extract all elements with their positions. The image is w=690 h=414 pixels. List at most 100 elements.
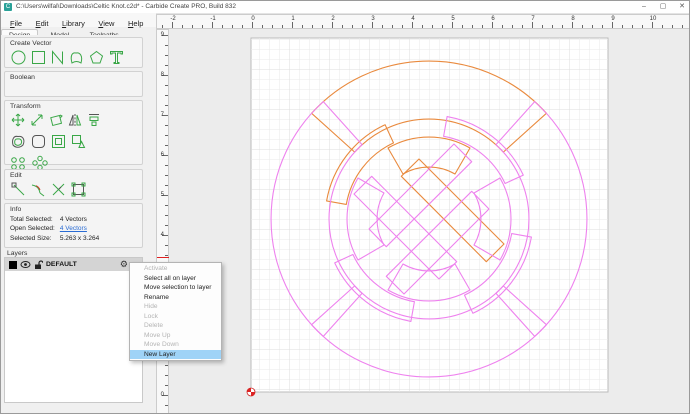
h-ruler-label: 7 [528,16,538,22]
ruler-tick-major [212,22,213,28]
layer-unlocked-icon[interactable] [34,260,43,270]
canvas-area[interactable] [169,29,690,414]
linear-array-tool-icon[interactable] [10,156,28,170]
ruler-tick-minor [562,25,563,28]
maximize-button[interactable]: ▢ [654,1,672,13]
node-edit-tool-icon[interactable] [10,181,27,198]
v-ruler-label: 8 [158,72,164,78]
ruler-tick-minor [592,25,593,28]
ruler-tick-minor [302,25,303,28]
carbide-create-window: C C:\Users\wilfal\Downloads\Celtic Knot.… [0,0,690,414]
mirror-tool-icon[interactable] [67,112,83,128]
ruler-tick-minor [165,215,168,216]
resize-selection-tool-icon[interactable] [70,181,87,198]
ruler-tick-minor [202,25,203,28]
move-tool-icon[interactable] [10,112,26,128]
menu-item-new-layer[interactable]: New Layer [130,350,221,360]
text-tool-icon[interactable] [108,49,125,66]
v-ruler-label: 0 [158,392,164,398]
ruler-tick-minor [165,145,168,146]
ruler-tick-major [452,22,453,28]
layer-color-swatch[interactable] [9,261,17,269]
menu-item-move-down: Move Down [130,340,221,350]
section-title: Create Vector [10,40,142,47]
design-canvas[interactable] [169,29,690,414]
menu-item-move-selection-to-layer[interactable]: Move selection to layer [130,283,221,293]
ruler-tick-minor [482,25,483,28]
ruler-tick-minor [642,25,643,28]
ruler-tick-minor [682,25,683,28]
layer-row-default[interactable]: DEFAULT ⚙ [5,258,142,271]
ruler-tick-minor [165,245,168,246]
info-total-selected: Total Selected: 4 Vectors [10,216,142,223]
section-title: Transform [10,103,142,110]
menu-item-hide: Hide [130,302,221,312]
ruler-tick-major [572,22,573,28]
info-label: Total Selected: [10,216,58,223]
align-tool-icon[interactable] [86,112,102,128]
trim-curve-tool-icon[interactable] [30,181,47,198]
ruler-tick-minor [165,65,168,66]
origin-marker[interactable] [247,388,255,396]
trim-vectors-tool-icon[interactable] [70,133,87,150]
ruler-tick-minor [165,385,168,386]
ruler-tick-major [292,22,293,28]
minimize-button[interactable]: – [635,1,653,13]
info-label: Selected Size: [10,235,58,242]
curve-tool-icon[interactable] [68,49,85,66]
ruler-tick-minor [222,25,223,28]
ruler-tick-minor [442,25,443,28]
menu-item-rename[interactable]: Rename [130,293,221,303]
polyline-tool-icon[interactable] [50,49,65,66]
ruler-tick-minor [352,25,353,28]
ruler-tick-minor [432,25,433,28]
info-open-selected: Open Selected: 4 Vectors [10,225,142,232]
offset-vectors-tool-icon[interactable] [10,133,27,150]
menu-item-select-all-on-layer[interactable]: Select all on layer [130,274,221,284]
ruler-tick-major [652,22,653,28]
fillet-vectors-tool-icon[interactable] [30,133,47,150]
rectangle-tool-icon[interactable] [30,49,47,66]
ruler-tick-major [252,22,253,28]
ruler-tick-minor [502,25,503,28]
menu-item-activate: Activate [130,264,221,274]
ruler-tick-major [492,22,493,28]
ruler-tick-minor [192,25,193,28]
ruler-tick-major [412,22,413,28]
menu-item-move-up: Move Up [130,331,221,341]
layers-list[interactable]: DEFAULT ⚙ [4,257,143,403]
open-vectors-link[interactable]: 4 Vectors [60,225,87,232]
info-label: Open Selected: [10,225,58,232]
ruler-tick-major [372,22,373,28]
close-button[interactable]: ✕ [673,1,690,13]
ruler-tick-minor [162,25,163,28]
ruler-tick-minor [672,25,673,28]
h-ruler-label: -1 [208,16,218,22]
ruler-tick-minor [362,25,363,28]
v-ruler-label: 5 [158,192,164,198]
section-info: Info Total Selected: 4 Vectors Open Sele… [4,203,143,248]
ruler-tick-major [332,22,333,28]
offset-inward-tool-icon[interactable] [50,133,67,150]
ruler-tick-minor [182,25,183,28]
ruler-tick-minor [422,25,423,28]
join-vectors-tool-icon[interactable] [50,181,67,198]
ruler-tick-minor [382,25,383,28]
ruler-tick-minor [165,205,168,206]
circle-tool-icon[interactable] [10,49,27,66]
ruler-tick-minor [402,25,403,28]
scale-tool-icon[interactable] [29,112,45,128]
ruler-tick-minor [165,405,168,406]
ruler-tick-major [172,22,173,28]
ruler-tick-minor [282,25,283,28]
layer-gear-icon[interactable]: ⚙ [120,259,128,270]
layer-visibility-eye-icon[interactable] [20,260,31,269]
layer-context-menu: ActivateSelect all on layerMove selectio… [129,262,222,361]
ruler-tick-minor [622,25,623,28]
rotate-tool-icon[interactable] [48,112,64,128]
h-ruler-label: 8 [568,16,578,22]
v-ruler-label: 7 [158,112,164,118]
ruler-tick-minor [522,25,523,28]
grid-major [251,38,608,392]
polygon-tool-icon[interactable] [88,49,105,66]
